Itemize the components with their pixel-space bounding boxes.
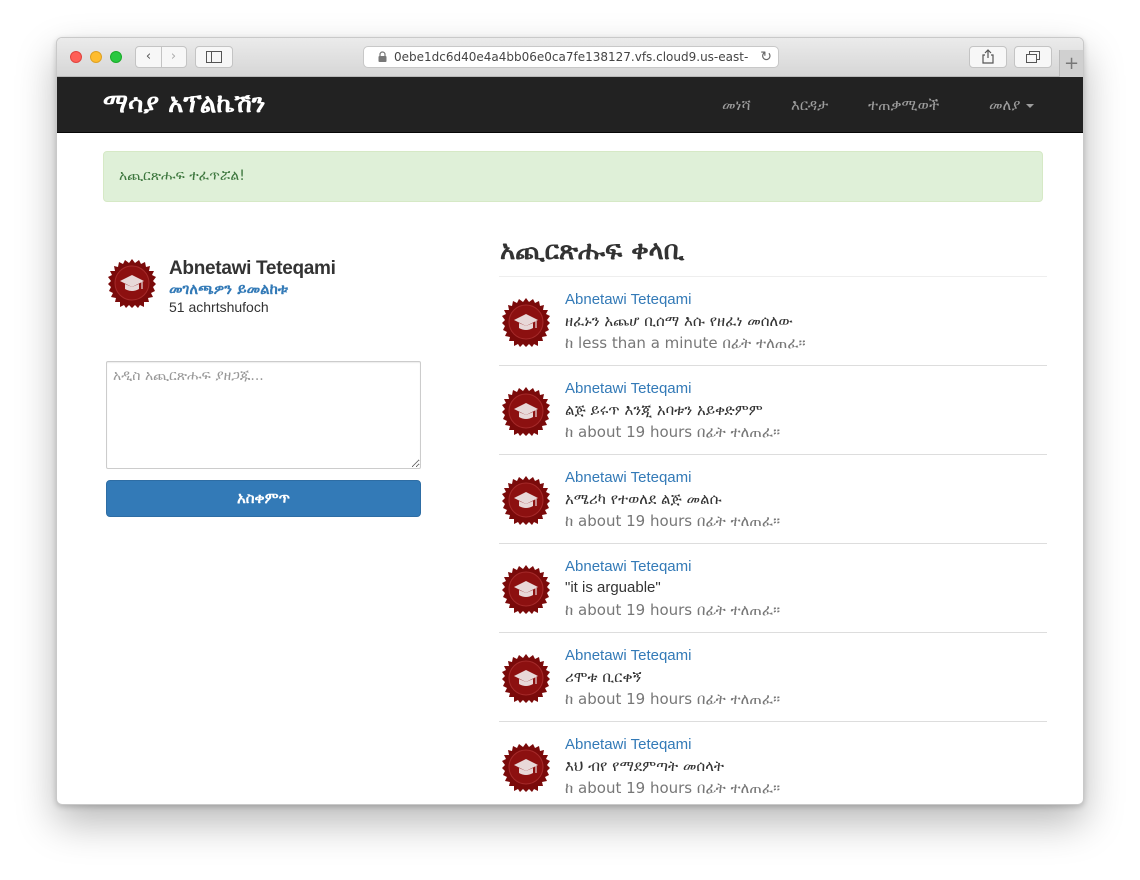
feed-item: Abnetawi Teteqami ዘፈኑን አጨሆ ቢሰማ እሱ የዘፈነ መ… — [499, 277, 1047, 366]
feed-item: Abnetawi Teteqami ሪሞቱ ቢርቀኝ ከ about 19 ho… — [499, 633, 1047, 722]
browser-titlebar: ‹ › 0ebe1dc6d40e4a4bb06e0ca7fe138127.vfs.… — [57, 38, 1083, 77]
nav-account-dropdown[interactable]: መለያ — [989, 96, 1035, 114]
nav-divider — [161, 47, 162, 67]
browser-window: ‹ › 0ebe1dc6d40e4a4bb06e0ca7fe138127.vfs.… — [56, 37, 1084, 805]
feed-avatar[interactable] — [501, 386, 551, 436]
feed-user-link[interactable]: Abnetawi Teteqami — [565, 558, 691, 575]
tabs-icon — [1026, 51, 1040, 63]
feed-title: አጪርጽሑፍ ቀላቢ — [500, 236, 685, 266]
share-icon — [982, 49, 994, 64]
feed-user-link[interactable]: Abnetawi Teteqami — [565, 736, 691, 753]
minimize-window-button[interactable] — [90, 51, 102, 63]
feed-user-link[interactable]: Abnetawi Teteqami — [565, 469, 691, 486]
nav-home-link[interactable]: መነሻ — [722, 96, 751, 114]
feed-timestamp: ከ about 19 hours በፊት ተለጠፈ። — [565, 423, 781, 441]
feed-user-link[interactable]: Abnetawi Teteqami — [565, 647, 691, 664]
close-window-button[interactable] — [70, 51, 82, 63]
nav-account-label: መለያ — [989, 96, 1021, 114]
feed-user-link[interactable]: Abnetawi Teteqami — [565, 380, 691, 397]
feed-avatar[interactable] — [501, 564, 551, 614]
user-info-panel: Abnetawi Teteqami መገለጫዎን ይመልከቱ 51 achrts… — [107, 258, 427, 318]
caret-down-icon — [1026, 103, 1035, 108]
sidebar-icon — [206, 51, 222, 63]
reload-icon[interactable]: ↻ — [760, 47, 772, 67]
new-post-textarea[interactable] — [106, 361, 421, 469]
feed-avatar[interactable] — [501, 653, 551, 703]
post-count: 51 achrtshufoch — [169, 299, 269, 315]
feed-content: ዘፈኑን አጨሆ ቢሰማ እሱ የዘፈነ መሰለው — [565, 312, 793, 330]
address-bar[interactable]: 0ebe1dc6d40e4a4bb06e0ca7fe138127.vfs.clo… — [363, 46, 779, 68]
sidebar-toggle-button[interactable] — [195, 46, 233, 68]
zoom-window-button[interactable] — [110, 51, 122, 63]
share-button[interactable] — [969, 46, 1007, 68]
feed-content: አሜሪካ የተወለደ ልጅ መልሱ — [565, 490, 722, 508]
feed-user-link[interactable]: Abnetawi Teteqami — [565, 291, 691, 308]
feed-timestamp: ከ about 19 hours በፊት ተለጠፈ። — [565, 512, 781, 530]
feed-timestamp: ከ about 19 hours በፊት ተለጠፈ። — [565, 690, 781, 708]
submit-post-button[interactable]: አስቀምጥ — [106, 480, 421, 517]
new-tab-button[interactable]: + — [1059, 50, 1083, 77]
success-alert: አጪርጽሑፍ ተፈጥሯል! — [103, 151, 1043, 202]
view-profile-link[interactable]: መገለጫዎን ይመልከቱ — [169, 280, 288, 298]
brand-logo[interactable]: ማሳያ አፕልኬሽን — [103, 89, 265, 120]
top-navbar: ማሳያ አፕልኬሽን መነሻ እርዳታ ተጠቃሚወች መለያ — [57, 77, 1083, 133]
nav-users-link[interactable]: ተጠቃሚወች — [868, 96, 939, 114]
feed-avatar[interactable] — [501, 297, 551, 347]
url-text: 0ebe1dc6d40e4a4bb06e0ca7fe138127.vfs.clo… — [394, 50, 749, 64]
forward-button[interactable]: › — [161, 47, 186, 67]
back-button[interactable]: ‹ — [136, 47, 161, 67]
feed-item: Abnetawi Teteqami "it is arguable" ከ abo… — [499, 544, 1047, 633]
nav-help-link[interactable]: እርዳታ — [791, 96, 828, 114]
history-nav-group: ‹ › — [135, 46, 187, 68]
show-tabs-button[interactable] — [1014, 46, 1052, 68]
feed-content: ሪሞቱ ቢርቀኝ — [565, 668, 642, 686]
feed-timestamp: ከ less than a minute በፊት ተለጠፈ። — [565, 334, 806, 352]
feed-content: እህ ብየ የማደምጣት መሰላት — [565, 757, 725, 775]
feed-timestamp: ከ about 19 hours በፊት ተለጠፈ። — [565, 601, 781, 619]
feed-timestamp: ከ about 19 hours በፊት ተለጠፈ። — [565, 779, 781, 797]
feed-item: Abnetawi Teteqami አሜሪካ የተወለደ ልጅ መልሱ ከ ab… — [499, 455, 1047, 544]
user-avatar[interactable] — [107, 258, 157, 308]
micropost-feed: Abnetawi Teteqami ዘፈኑን አጨሆ ቢሰማ እሱ የዘፈነ መ… — [499, 277, 1047, 804]
feed-item: Abnetawi Teteqami እህ ብየ የማደምጣት መሰላት ከ ab… — [499, 722, 1047, 804]
feed-content: ልጅ ይሩጥ እንጂ አባቱን አይቀድምም — [565, 401, 763, 419]
feed-avatar[interactable] — [501, 742, 551, 792]
user-name: Abnetawi Teteqami — [169, 258, 336, 279]
feed-content: "it is arguable" — [565, 579, 661, 596]
lock-icon — [378, 51, 387, 62]
feed-item: Abnetawi Teteqami ልጅ ይሩጥ እንጂ አባቱን አይቀድምም… — [499, 366, 1047, 455]
feed-avatar[interactable] — [501, 475, 551, 525]
